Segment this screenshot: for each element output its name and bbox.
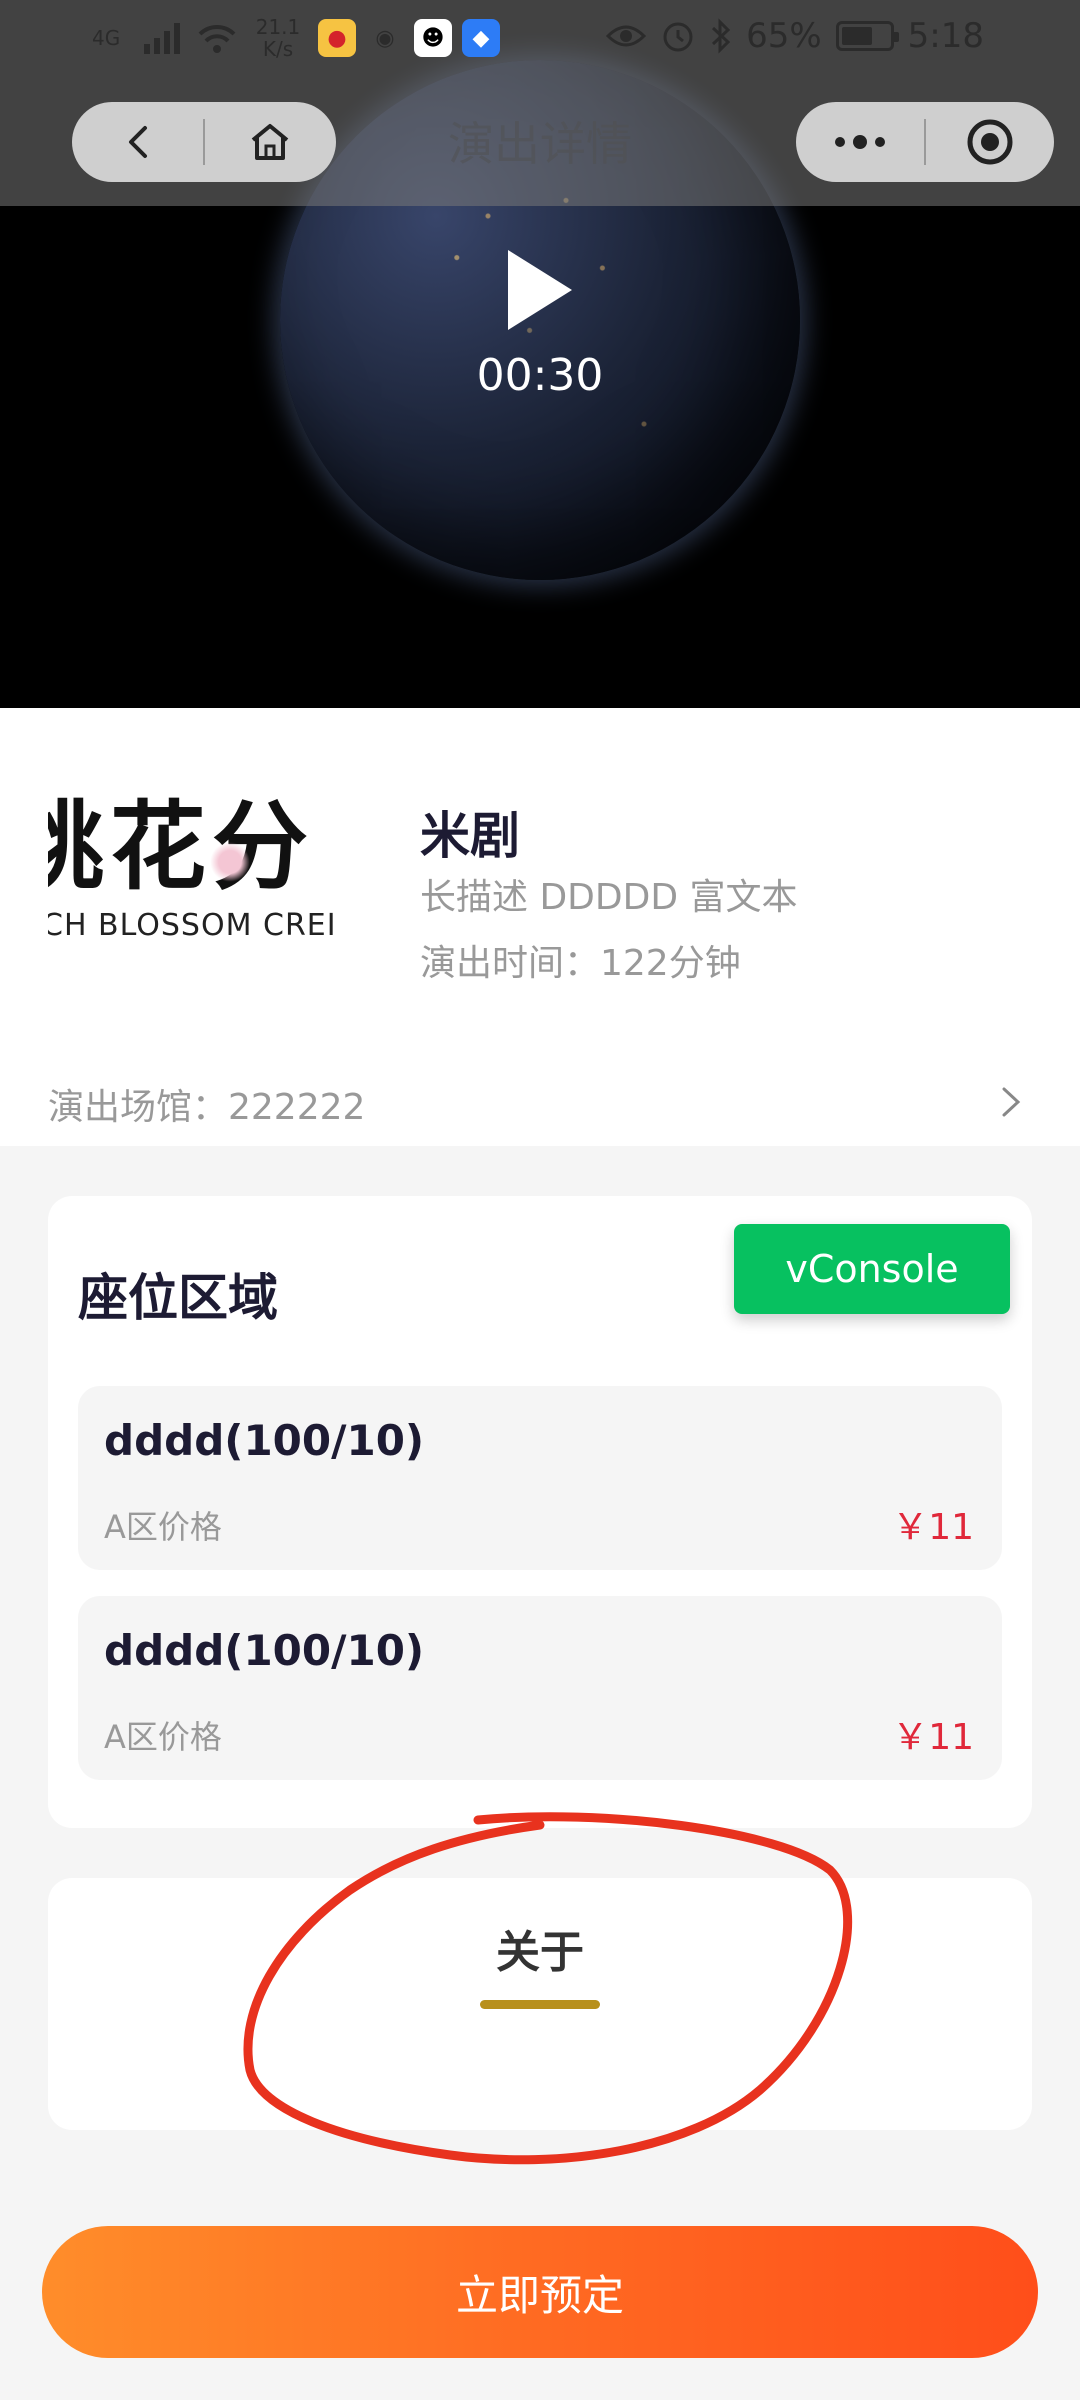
- show-description: 长描述 DDDDD 富文本: [420, 877, 798, 918]
- seat-item[interactable]: dddd(100/10) A区价格 ￥11: [78, 1596, 1002, 1780]
- show-duration: 演出时间：122分钟: [420, 943, 741, 984]
- back-button[interactable]: [72, 102, 203, 182]
- seat-name: dddd(100/10): [104, 1416, 425, 1465]
- network-label: 4G: [92, 26, 121, 50]
- seat-item[interactable]: dddd(100/10) A区价格 ￥11: [78, 1386, 1002, 1570]
- tab-about[interactable]: 关于: [492, 1916, 588, 1980]
- about-card: 关于: [48, 1878, 1032, 2130]
- alarm-icon: [663, 22, 693, 52]
- close-button[interactable]: [926, 102, 1054, 182]
- home-button[interactable]: [205, 102, 336, 182]
- home-icon: [252, 124, 289, 160]
- nav-capsule-left: [72, 102, 336, 182]
- eye-icon: [606, 25, 647, 47]
- play-icon[interactable]: [504, 246, 576, 334]
- show-title: 米剧: [420, 807, 520, 865]
- show-poster[interactable]: 桃花分 CH BLOSSOM CREI: [48, 792, 394, 950]
- battery-percent: 65%: [746, 16, 822, 56]
- venue-label: 演出场馆：222222: [48, 1087, 366, 1128]
- network-speed: 21.1 K/s: [248, 16, 308, 60]
- more-button[interactable]: [796, 102, 924, 182]
- top-bar: 4G 21.1 K/s ● ◉ ☻ ◆ 65% 5:18 演出详情: [0, 0, 1080, 206]
- speed-value: 21.1: [255, 15, 301, 39]
- seat-price-label: A区价格: [104, 1718, 222, 1756]
- status-right: 65% 5:18: [606, 16, 984, 56]
- clock: 5:18: [907, 16, 984, 56]
- tab-active-indicator: [480, 2000, 600, 2009]
- seat-price: ￥11: [892, 1507, 974, 1548]
- speed-unit: K/s: [262, 37, 294, 61]
- qq-app-icon: ☻: [414, 19, 452, 57]
- seat-price: ￥11: [892, 1717, 974, 1758]
- blossom-decoration: [210, 842, 250, 882]
- status-bar: 4G 21.1 K/s ● ◉ ☻ ◆ 65% 5:18: [0, 0, 1080, 80]
- chevron-right-icon: [1002, 1087, 1021, 1117]
- seat-area-card: 座位区域 vConsole dddd(100/10) A区价格 ￥11 dddd…: [48, 1196, 1032, 1828]
- bluetooth-icon: [712, 18, 731, 54]
- seat-name: dddd(100/10): [104, 1626, 425, 1675]
- battery-icon: [835, 21, 899, 51]
- wifi-icon: [198, 24, 236, 53]
- target-icon: [967, 119, 1013, 165]
- page-title: 演出详情: [448, 117, 632, 171]
- video-duration: 00:30: [476, 350, 604, 401]
- poster-subtitle: CH BLOSSOM CREI: [48, 908, 337, 943]
- car-app-icon: ◆: [462, 19, 500, 57]
- weibo-app-icon: ●: [318, 19, 356, 57]
- seat-price-label: A区价格: [104, 1508, 222, 1546]
- more-icon: [835, 135, 885, 149]
- battery-level: [841, 27, 872, 45]
- back-icon: [128, 126, 147, 158]
- seat-area-title: 座位区域: [78, 1269, 278, 1327]
- nav-capsule-right: [796, 102, 1054, 182]
- app-icon: ◉: [375, 25, 395, 51]
- app-screen: 00:30 4G 21.1 K/s ● ◉ ☻ ◆ 65% 5:18 演出详情 …: [0, 0, 1080, 2400]
- vconsole-button[interactable]: vConsole: [734, 1224, 1010, 1314]
- status-left: 4G 21.1 K/s ● ◉ ☻ ◆: [92, 16, 500, 60]
- book-now-button[interactable]: 立即预定: [42, 2226, 1038, 2358]
- show-info-section: 桃花分 CH BLOSSOM CREI 米剧 长描述 DDDDD 富文本 演出时…: [0, 708, 1080, 1146]
- signal-icon: [144, 23, 180, 54]
- venue-row[interactable]: 演出场馆：222222: [0, 1056, 1080, 1146]
